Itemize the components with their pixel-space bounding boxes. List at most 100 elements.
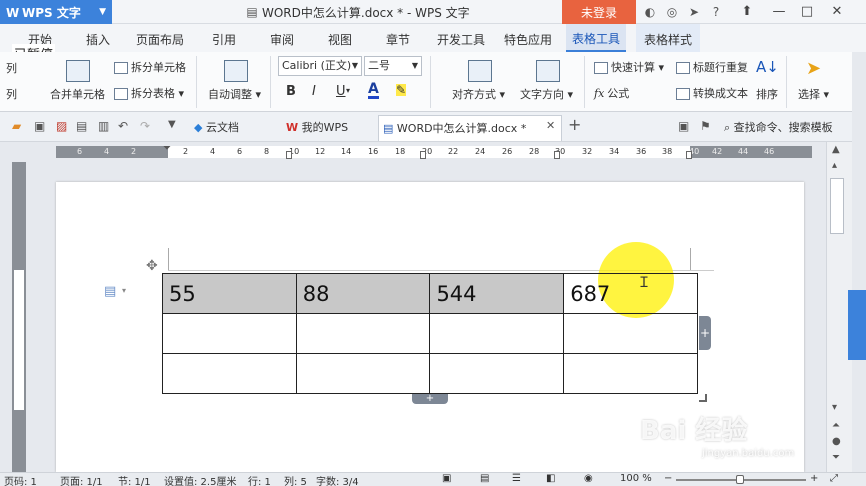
redo-icon[interactable]: ↷ (140, 119, 150, 133)
merge-cells-button[interactable]: 合并单元格 (50, 86, 105, 102)
table-resize-handle-icon[interactable] (699, 394, 707, 402)
select-button[interactable]: 选择 ▾ (798, 86, 829, 102)
tab-section[interactable]: 章节 (378, 24, 418, 52)
table-cell[interactable] (295, 353, 431, 394)
italic-button[interactable]: I (312, 84, 316, 99)
web-view-icon[interactable]: ◧ (546, 473, 555, 484)
tab-table-style[interactable]: 表格样式 (636, 24, 700, 52)
zoom-slider-thumb[interactable] (736, 475, 744, 484)
close-icon[interactable]: ✕ (826, 2, 848, 22)
tab-table-tools[interactable]: 表格工具 (566, 24, 626, 52)
view-mode-icon[interactable]: ▣ (442, 473, 451, 484)
tab-special[interactable]: 特色应用 (500, 24, 556, 52)
login-button[interactable]: 未登录 (562, 0, 636, 24)
tab-view[interactable]: 视图 (320, 24, 360, 52)
table-cell[interactable] (162, 313, 297, 354)
insert-column-label-2[interactable]: 列 (6, 86, 17, 102)
text-direction-button[interactable]: 文字方向 ▾ (520, 86, 573, 102)
table-cell[interactable]: 544 (429, 273, 565, 314)
feedback-icon[interactable]: ◎ (664, 4, 680, 20)
column-marker-icon[interactable] (420, 151, 426, 159)
bold-button[interactable]: B (286, 84, 296, 99)
header-repeat-button[interactable]: 标题行重复 (676, 59, 748, 75)
print-icon[interactable]: ▤ (76, 119, 87, 133)
indent-marker-icon[interactable]: ⏷ (163, 143, 171, 154)
close-tab-icon[interactable]: ✕ (546, 119, 555, 132)
pdf-export-icon[interactable]: ▨ (56, 119, 67, 133)
table-cell[interactable] (429, 313, 565, 354)
add-row-button[interactable]: + (412, 394, 448, 404)
scrollbar-thumb[interactable] (830, 178, 844, 234)
formula-button[interactable]: fx 公式 (594, 85, 629, 101)
page-view-icon[interactable]: ▤ (480, 473, 489, 484)
open-folder-icon[interactable]: ▰ (12, 119, 21, 133)
font-color-button[interactable]: A (368, 82, 379, 99)
table-cell[interactable] (563, 313, 698, 354)
scroll-up-icon[interactable]: ▲ (832, 144, 840, 155)
outline-view-icon[interactable]: ☰ (512, 473, 521, 484)
column-marker-icon[interactable] (554, 151, 560, 159)
quick-calc-button[interactable]: 快速计算 ▾ (594, 59, 664, 75)
tab-references[interactable]: 引用 (204, 24, 244, 52)
convert-to-text-button[interactable]: 转换成文本 (676, 85, 748, 101)
tab-developer[interactable]: 开发工具 (432, 24, 490, 52)
tab-page-layout[interactable]: 页面布局 (132, 24, 188, 52)
table-cell[interactable] (429, 353, 565, 394)
chevron-down-icon[interactable]: ▾ (346, 86, 350, 95)
customize-toolbar-icon[interactable]: ▼ (168, 119, 176, 130)
zoom-out-icon[interactable]: − (664, 473, 672, 484)
doc-tab-current[interactable]: ▤ WORD中怎么计算.docx * (378, 115, 562, 141)
table-cell[interactable] (295, 313, 431, 354)
table-cell[interactable]: 88 (295, 273, 431, 314)
font-size-select[interactable]: 二号 ▼ (364, 56, 422, 76)
chevron-down-icon[interactable]: ▾ (122, 286, 126, 295)
undo-icon[interactable]: ↶ (118, 119, 128, 133)
zoom-level[interactable]: 100 % (620, 473, 652, 484)
column-marker-icon[interactable] (286, 151, 292, 159)
fullscreen-icon[interactable]: ⬆ (736, 2, 758, 22)
zoom-in-icon[interactable]: + (810, 473, 818, 484)
scroll-down-icon[interactable]: ▾ (832, 402, 837, 413)
split-table-button[interactable]: 拆分表格 ▾ (114, 85, 184, 101)
table-cell[interactable] (162, 353, 297, 394)
minimize-icon[interactable]: — (768, 2, 790, 22)
skin-icon[interactable]: ◐ (642, 4, 658, 20)
word-table[interactable]: 55 88 544 687 (162, 273, 698, 394)
split-cells-button[interactable]: 拆分单元格 (114, 59, 186, 75)
select-browse-icon[interactable]: ● (832, 436, 841, 447)
table-cell[interactable]: 687 (563, 273, 698, 314)
new-tab-icon[interactable]: + (568, 115, 581, 134)
next-page-icon[interactable]: ⏷ (832, 452, 840, 463)
alignment-button[interactable]: 对齐方式 ▾ (452, 86, 505, 102)
sort-button[interactable]: 排序 (756, 86, 778, 102)
tab-review[interactable]: 审阅 (262, 24, 302, 52)
prev-page-icon[interactable]: ⏶ (832, 420, 840, 431)
autofit-button[interactable]: 自动调整 ▾ (208, 86, 261, 102)
scroll-up-icon[interactable]: ▴ (832, 160, 837, 171)
doc-tab-cloud[interactable]: ◆ 云文档 (190, 115, 278, 141)
underline-button[interactable]: U (336, 84, 346, 99)
fit-page-icon[interactable]: ⤢ (830, 473, 838, 484)
table-move-handle-icon[interactable]: ✥ (146, 258, 158, 274)
comment-icon[interactable]: ▣ (678, 119, 689, 133)
save-icon[interactable]: ▣ (34, 119, 45, 133)
doc-tab-my-wps[interactable]: W 我的WPS (282, 115, 372, 141)
paragraph-icon[interactable]: ▤ (104, 284, 116, 299)
highlight-icon[interactable]: ✎ (396, 84, 407, 96)
table-cell[interactable] (563, 353, 698, 394)
share-icon[interactable]: ➤ (686, 4, 702, 20)
help-icon[interactable]: ? (708, 4, 724, 20)
font-name-select[interactable]: Calibri (正文) ▼ (278, 56, 362, 76)
flag-icon[interactable]: ⚑ (700, 119, 711, 133)
tab-insert[interactable]: 插入 (78, 24, 118, 52)
print-preview-icon[interactable]: ▥ (98, 119, 109, 133)
table-cell[interactable]: 55 (162, 273, 297, 314)
add-column-button[interactable]: + (699, 316, 711, 350)
wps-menu-button[interactable]: W WPS 文字 ▼ (0, 0, 112, 24)
insert-column-label[interactable]: 列 (6, 60, 17, 76)
eye-protection-icon[interactable]: ◉ (584, 473, 593, 484)
side-panel-tab[interactable] (848, 290, 866, 360)
maximize-icon[interactable]: □ (796, 2, 818, 22)
search-command-box[interactable]: ⌕ 查找命令、搜索模板 (724, 119, 833, 135)
column-marker-icon[interactable] (686, 151, 692, 159)
